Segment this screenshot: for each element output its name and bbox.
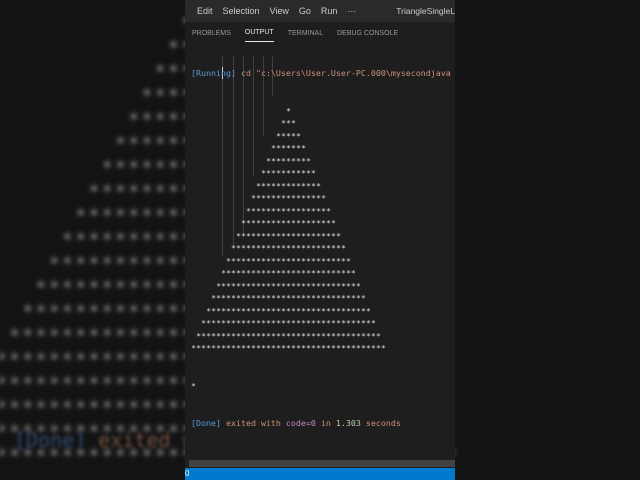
running-line: [Running] cd "c:\Users\User.User-PC.000\… [191,67,451,80]
window-title: TriangleSingleL [396,6,455,16]
exited-text: exited with [220,418,286,428]
triangle-row: ******************************* [211,293,366,303]
triangle-output: * *** ***** ******* ********* *********** ****… [191,105,386,355]
tab-problems[interactable]: PROBLEMS [192,25,231,42]
vscode-window: Edit Selection View Go Run ··· TriangleS… [185,0,455,480]
triangle-row: ************************* [226,255,351,266]
triangle-row: *********** [261,168,316,178]
tab-output[interactable]: OUTPUT [244,24,274,42]
triangle-row: ************* [256,180,321,191]
menu-run[interactable]: Run [321,6,338,16]
triangle-row: ************************************* [196,330,381,341]
menu-go[interactable]: Go [299,6,311,16]
in-text: in [315,418,336,428]
elapsed-time: 1.303 [335,418,361,428]
output-panel[interactable]: [Running] cd "c:\Users\User.User-PC.000\… [191,42,451,455]
panel-tabs: PROBLEMS OUTPUT TERMINAL DEBUG CONSOLE [185,22,455,44]
running-tag: [Running] [191,68,236,78]
triangle-row: ***************************** [216,280,361,291]
done-line: [Done] exited with code=0 in 1.303 secon… [191,417,451,430]
status-bar: 0 [185,468,455,480]
status-left[interactable]: 0 [185,469,189,478]
triangle-row: *********************************** [201,318,376,328]
triangle-row: ***** [276,130,301,141]
triangle-row: * [286,105,291,116]
triangle-row: ***************** [246,205,331,216]
trailing-star: * [191,380,196,391]
seconds-text: seconds [360,418,401,428]
menu-view[interactable]: View [270,6,289,16]
tab-debug-console[interactable]: DEBUG CONSOLE [337,25,398,42]
menu-more[interactable]: ··· [347,6,356,16]
horizontal-scrollbar[interactable] [189,460,455,467]
triangle-row: ********************************* [206,305,371,316]
done-tag: [Done] [191,418,221,428]
menu-bar: Edit Selection View Go Run ··· TriangleS… [185,0,455,22]
triangle-row: *************************************** [191,343,386,353]
triangle-row: *************************** [221,268,356,278]
menu-edit[interactable]: Edit [197,6,213,16]
tab-terminal[interactable]: TERMINAL [288,25,323,42]
triangle-row: ******* [271,143,306,153]
triangle-row: ********************* [236,230,341,241]
triangle-row: *************** [251,193,326,203]
command-text: cd "c:\Users\User.User-PC.000\mysecondja… [235,68,451,78]
triangle-row: *** [281,118,296,128]
menu-selection[interactable]: Selection [223,6,260,16]
triangle-row: ******************* [241,218,336,228]
exit-code: code=0 [285,418,316,428]
triangle-row: *********************** [231,243,346,253]
triangle-row: ********* [266,155,311,166]
